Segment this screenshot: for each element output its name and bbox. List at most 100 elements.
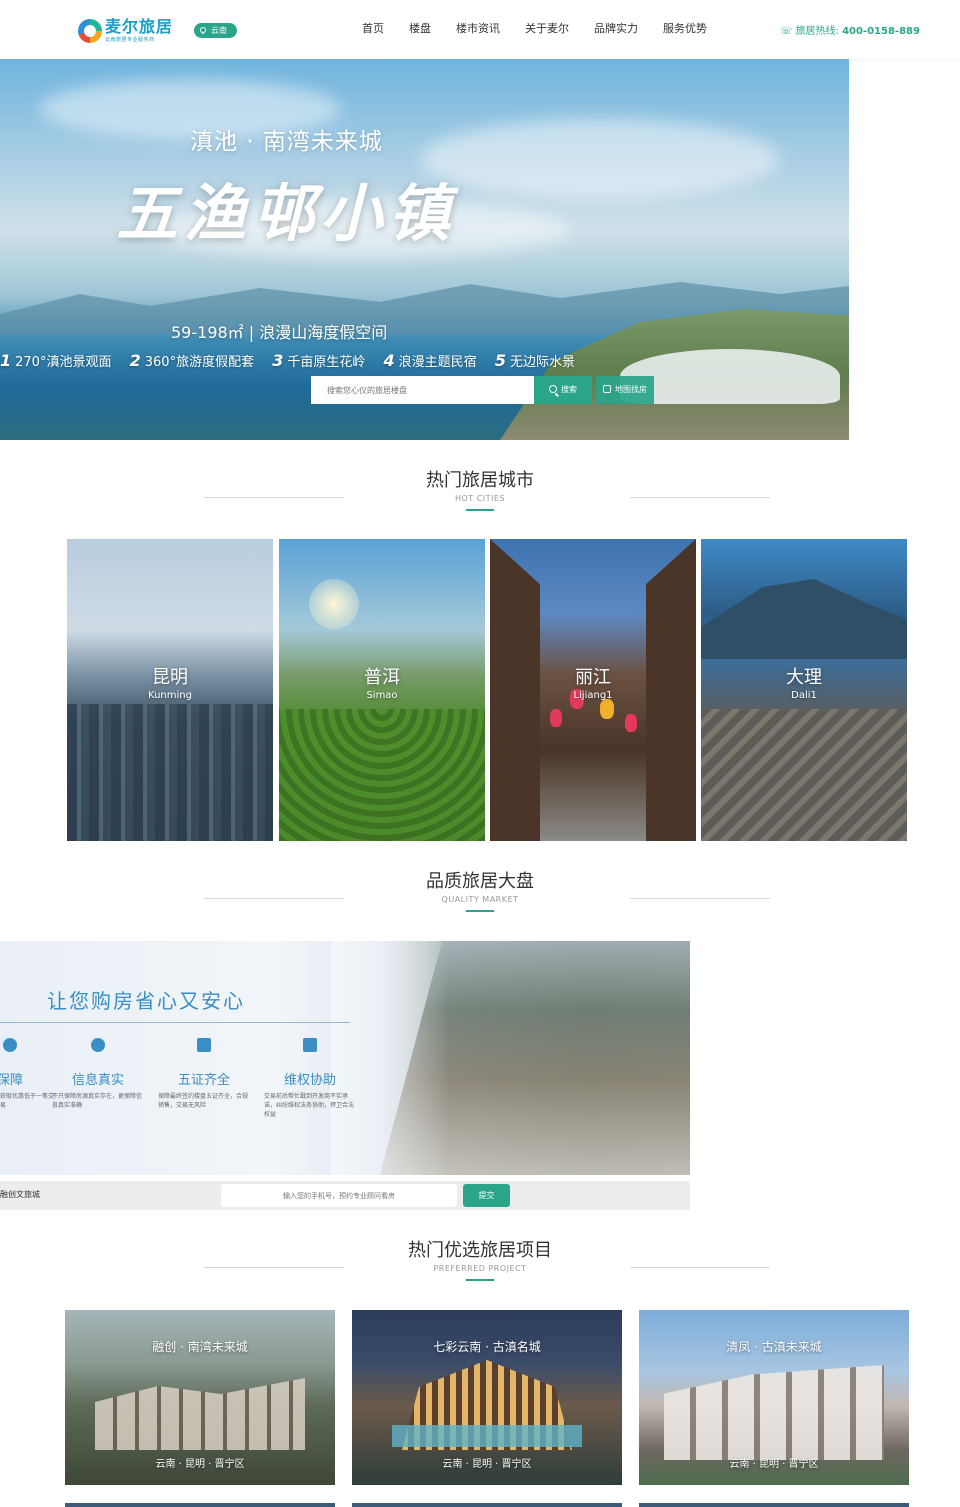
- brand-logo[interactable]: 麦尔旅居 云南旅居专业服务商: [78, 17, 182, 45]
- project-location: 云南 · 昆明 · 晋宁区: [729, 1459, 819, 1470]
- project-card-next-row: [639, 1503, 909, 1507]
- main-nav: 首页 楼盘 楼市资讯 关于麦尔 品牌实力 服务优势: [362, 19, 707, 39]
- section-title: 热门旅居城市: [426, 470, 534, 491]
- project-card[interactable]: 七彩云南 · 古滇名城 云南 · 昆明 · 晋宁区: [352, 1310, 622, 1485]
- search-icon: [549, 385, 557, 393]
- city-name: 丽江: [575, 667, 611, 688]
- project-card-next-row: [352, 1503, 622, 1507]
- preferred-project-heading: 热门优选旅居项目 PREFERRED PROJECT: [0, 1239, 960, 1281]
- hotline-label: 旅居热线:: [795, 26, 839, 37]
- nav-market-news[interactable]: 楼市资讯: [456, 19, 500, 39]
- hero-area: 59-198㎡ | 浪漫山海度假空间: [171, 323, 388, 342]
- hero-subtitle: 滇池 · 南湾未来城: [190, 129, 383, 155]
- submit-button[interactable]: 提交: [463, 1184, 510, 1207]
- brand-name: 麦尔旅居: [105, 17, 174, 36]
- quality-item-name: 五证齐全: [177, 1073, 230, 1088]
- quality-item-certificates: 五证齐全 保障最终签约楼盘五证齐全，合规销售，交易无风险: [154, 1038, 254, 1110]
- city-card-puer[interactable]: 普洱 Simao: [279, 539, 485, 841]
- info-icon: [91, 1038, 105, 1052]
- quality-item-name: 维权协助: [283, 1073, 336, 1088]
- section-accent-bar: [466, 1279, 494, 1281]
- city-name-en: Dali1: [791, 690, 817, 701]
- appointment-form: 融创文旅城 提交: [0, 1181, 690, 1210]
- city-name: 普洱: [364, 667, 400, 688]
- project-location: 云南 · 昆明 · 晋宁区: [155, 1459, 245, 1470]
- pool-image: [392, 1425, 582, 1447]
- logo-mark-icon: [78, 19, 102, 43]
- property-search-input[interactable]: [311, 376, 534, 404]
- residence-image: [664, 1365, 884, 1460]
- old-town-roofs: [701, 709, 907, 841]
- mountain: [701, 579, 907, 659]
- project-location: 云南 · 昆明 · 晋宁区: [442, 1459, 532, 1470]
- phone-input[interactable]: [221, 1184, 457, 1207]
- city-name: 大理: [786, 667, 822, 688]
- project-name: 融创 · 南湾未来城: [152, 1340, 248, 1354]
- city-name: 昆明: [152, 667, 188, 688]
- quality-item-real-info: 信息真实 不只保障房源真实存在，更保障信息真实准确: [48, 1038, 148, 1110]
- sun-glow: [309, 579, 359, 629]
- quality-item-name: 信息真实: [71, 1073, 124, 1088]
- city-name-en: Simao: [366, 690, 398, 701]
- hero-feature: 1 270°滇池景观面: [0, 351, 112, 370]
- region-label: 云南: [211, 26, 227, 35]
- nav-service[interactable]: 服务优势: [663, 19, 707, 39]
- quality-headline: 让您购房省心又安心: [47, 989, 245, 1013]
- section-accent-bar: [466, 509, 494, 511]
- map-search-button[interactable]: 地图找房: [596, 376, 654, 404]
- hero-feature: 3 千亩原生花岭: [272, 351, 366, 370]
- city-card-kunming[interactable]: 昆明 Kunming: [67, 539, 273, 841]
- quality-market-heading: 品质旅居大盘 QUALITY MARKET: [0, 870, 960, 912]
- hero-feature: 5 无边际水景: [494, 351, 575, 370]
- project-name: 清凤 · 古滇未来城: [726, 1340, 822, 1354]
- hero-cloud: [420, 119, 780, 199]
- hot-cities-heading: 热门旅居城市 HOT CITIES: [0, 469, 960, 511]
- hero-features: 1 270°滇池景观面 2 360°旅游度假配套 3 千亩原生花岭 4 浪漫主题民宿 5…: [0, 351, 589, 370]
- lantern-icon: [550, 709, 562, 727]
- form-project-label: 融创文旅城: [0, 1190, 40, 1199]
- city-name-en: Kunming: [148, 690, 192, 701]
- certificate-icon: [197, 1038, 211, 1052]
- lantern-icon: [625, 714, 637, 732]
- quality-item-desc: 交易前后帮忙戳到开发商不实承诺，纠纷维权法务协助，捍卫合法权益: [264, 1093, 355, 1118]
- quality-item-desc: 不只保障房源真实存在，更保障信息真实准确: [52, 1093, 143, 1109]
- city-card-lijiang[interactable]: 丽江 Lijiang1: [490, 539, 696, 841]
- project-name: 七彩云南 · 古滇名城: [433, 1340, 541, 1354]
- quality-item-rights: 维权协助 交易前后帮忙戳到开发商不实承诺，纠纷维权法务协助，捍卫合法权益: [260, 1038, 360, 1119]
- section-accent-bar: [466, 910, 494, 912]
- hero-title: 五渔邨小镇: [116, 177, 457, 250]
- tea-field: [279, 709, 485, 841]
- project-card[interactable]: 融创 · 南湾未来城 云南 · 昆明 · 晋宁区: [65, 1310, 335, 1485]
- nav-home[interactable]: 首页: [362, 19, 384, 39]
- hotline[interactable]: ☏ 旅居热线: 400-0158-889: [780, 22, 920, 37]
- villa-image: [95, 1378, 305, 1450]
- nav-brand[interactable]: 品牌实力: [594, 19, 638, 39]
- brand-tagline: 云南旅居专业服务商: [105, 37, 155, 43]
- project-card[interactable]: 清凤 · 古滇未来城 云南 · 昆明 · 晋宁区: [639, 1310, 909, 1485]
- project-card-next-row: [65, 1503, 335, 1507]
- section-subtitle: QUALITY MARKET: [441, 895, 519, 904]
- hotline-number: 400-0158-889: [842, 26, 920, 37]
- quality-banner[interactable]: 让您购房省心又安心 保障 获取优惠低于一笔交易 信息真实 不只保障房源真实存在，…: [0, 941, 690, 1175]
- location-pin-icon: [198, 25, 208, 35]
- nav-about[interactable]: 关于麦尔: [525, 19, 569, 39]
- quality-rule: [0, 1022, 350, 1023]
- section-subtitle: HOT CITIES: [454, 494, 506, 503]
- nav-properties[interactable]: 楼盘: [409, 19, 431, 39]
- quality-item-desc: 保障最终签约楼盘五证齐全，合规销售，交易无风险: [158, 1093, 249, 1109]
- city-skyline: [67, 704, 273, 841]
- shield-icon: [3, 1038, 17, 1052]
- site-header: 麦尔旅居 云南旅居专业服务商 云南 首页 楼盘 楼市资讯 关于麦尔 品牌实力 服…: [0, 0, 960, 59]
- phone-icon: ☏: [780, 26, 793, 37]
- map-icon: [603, 385, 611, 393]
- hero-feature: 4 浪漫主题民宿: [383, 351, 477, 370]
- hero-feature: 2 360°旅游度假配套: [129, 351, 255, 370]
- hero-banner[interactable]: 滇池 · 南湾未来城 五渔邨小镇 59-198㎡ | 浪漫山海度假空间 1 270…: [0, 59, 849, 440]
- section-subtitle: PREFERRED PROJECT: [433, 1264, 527, 1273]
- city-card-dali[interactable]: 大理 Dali1: [701, 539, 907, 841]
- section-title: 品质旅居大盘: [426, 871, 534, 892]
- region-selector[interactable]: 云南: [194, 23, 237, 38]
- search-button[interactable]: 搜索: [534, 376, 592, 404]
- id-card-icon: [303, 1038, 317, 1052]
- city-name-en: Lijiang1: [573, 690, 613, 701]
